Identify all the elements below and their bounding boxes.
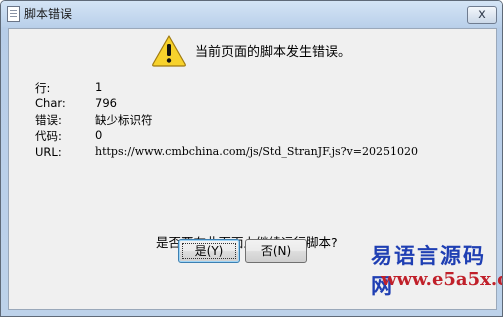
detail-label: 行: xyxy=(35,81,51,95)
warning-icon xyxy=(152,35,186,67)
detail-value: 1 xyxy=(95,80,103,94)
no-button[interactable]: 否(N) xyxy=(245,239,307,263)
detail-label: URL: xyxy=(35,145,62,159)
document-icon xyxy=(7,6,20,22)
detail-value: 0 xyxy=(95,128,103,142)
detail-label: Char: xyxy=(35,96,66,110)
yes-button-label: 是(Y) xyxy=(194,244,224,258)
detail-url-value: https://www.cmbchina.com/js/Std_StranJF.… xyxy=(95,145,418,158)
detail-value: 缺少标识符 xyxy=(95,113,153,127)
error-headline: 当前页面的脚本发生错误。 xyxy=(195,45,352,60)
detail-label: 错误: xyxy=(35,113,62,127)
close-button[interactable]: x xyxy=(467,6,497,24)
no-button-label: 否(N) xyxy=(260,244,292,258)
watermark-url: www.e5a5x.com xyxy=(381,269,502,290)
yes-button[interactable]: 是(Y) xyxy=(178,239,240,263)
script-error-dialog: 脚本错误 x 当前页面的脚本发生错误。 行: 1 Char: 796 错误: 缺… xyxy=(0,0,503,317)
title-bar[interactable]: 脚本错误 x xyxy=(1,1,502,27)
window-title: 脚本错误 xyxy=(24,7,73,21)
detail-value: 796 xyxy=(95,96,117,110)
detail-label: 代码: xyxy=(35,129,62,143)
